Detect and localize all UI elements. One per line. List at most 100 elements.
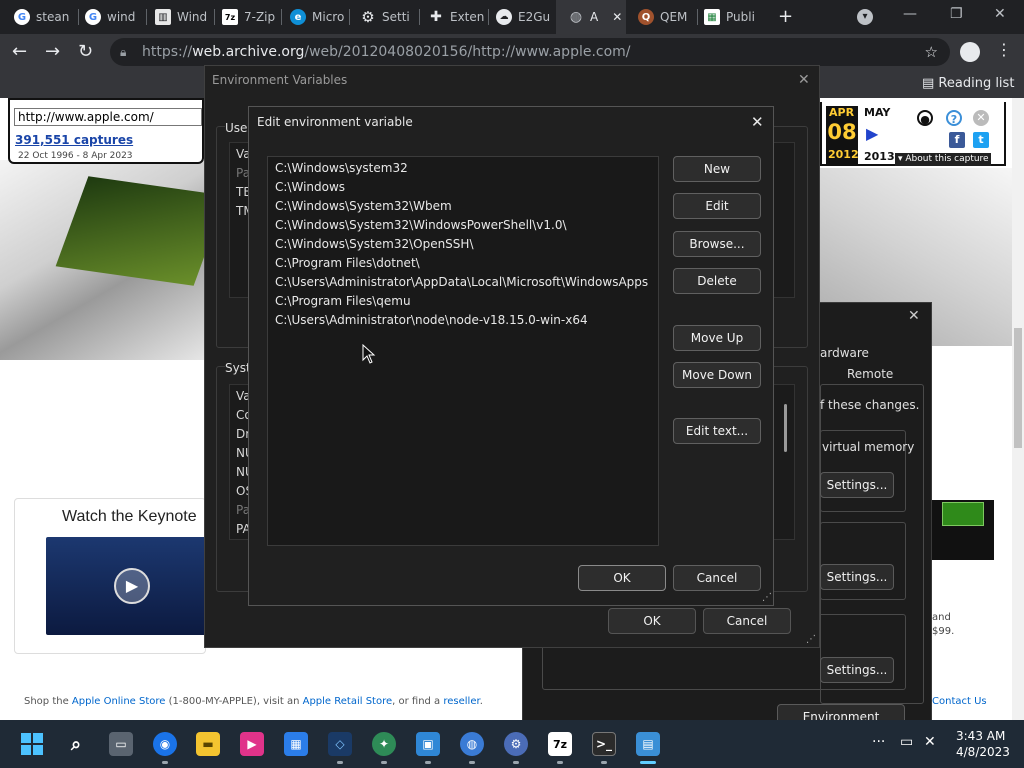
play-icon[interactable]: ▶	[114, 568, 150, 604]
settings-icon[interactable]: ⚙	[504, 732, 528, 756]
wayback-url-input[interactable]: http://www.apple.com/	[14, 108, 202, 126]
facebook-icon[interactable]: f	[949, 132, 965, 148]
help-icon[interactable]: ?	[946, 110, 962, 126]
resize-grip-icon[interactable]: ⋰	[762, 592, 772, 603]
tab-10[interactable]: Q QEM	[624, 0, 698, 34]
path-entry[interactable]: C:\Users\Administrator\node\node-v18.15.…	[275, 313, 588, 327]
browse-button[interactable]: Browse...	[673, 231, 761, 257]
user-icon[interactable]: ●	[917, 110, 933, 126]
tab-6[interactable]: ⚙ Setti	[346, 0, 418, 34]
path-entry[interactable]: C:\Program Files\qemu	[275, 294, 411, 308]
address-bar[interactable]: 🔒︎ https://web.archive.org/web/201204080…	[110, 38, 950, 66]
wayback-month-next[interactable]: MAY	[864, 106, 890, 119]
page-scrollbar-thumb[interactable]	[1014, 328, 1022, 448]
media-player-icon[interactable]: ▶	[240, 732, 264, 756]
path-entry[interactable]: C:\Windows	[275, 180, 345, 194]
remote-desktop-icon[interactable]: ▣	[416, 732, 440, 756]
chrome-icon[interactable]: ◉	[153, 732, 177, 756]
tab-hardware[interactable]: ardware	[820, 346, 869, 360]
7zip-icon[interactable]: 7z	[548, 732, 572, 756]
overflow-icon[interactable]: ···	[872, 734, 885, 750]
menu-kebab-icon[interactable]: ⋮	[996, 40, 1012, 59]
move-up-button[interactable]: Move Up	[673, 325, 761, 351]
path-entry[interactable]: C:\Windows\System32\WindowsPowerShell\v1…	[275, 218, 567, 232]
env-cancel-button[interactable]: Cancel	[703, 608, 791, 634]
new-tab-icon[interactable]: +	[778, 6, 793, 27]
restore-icon[interactable]: ❐	[950, 6, 963, 22]
reading-list-button[interactable]: ▤ Reading list	[922, 76, 1014, 91]
tab-9-active[interactable]: ◍ A ✕	[556, 0, 626, 34]
edit-text-button[interactable]: Edit text...	[673, 418, 761, 444]
env-ok-button[interactable]: OK	[608, 608, 696, 634]
wayback-captures-link[interactable]: 391,551 captures	[15, 133, 133, 147]
tab-1[interactable]: G stean	[0, 0, 80, 34]
twitter-icon[interactable]: t	[973, 132, 989, 148]
back-icon[interactable]: ←	[12, 41, 27, 62]
network-icon[interactable]: ✦	[372, 732, 396, 756]
resize-grip-icon[interactable]: ⋰	[806, 634, 816, 645]
apple-online-store-link[interactable]: Apple Online Store	[72, 696, 166, 707]
cloud-icon: ☁	[496, 9, 512, 25]
path-entry[interactable]: C:\Program Files\dotnet\	[275, 256, 420, 270]
cancel-button[interactable]: Cancel	[673, 565, 761, 591]
store-icon[interactable]: ▦	[284, 732, 308, 756]
edit-button[interactable]: Edit	[673, 193, 761, 219]
wayback-year-next[interactable]: 2013	[864, 150, 895, 163]
tab-8[interactable]: ☁ E2Gu	[482, 0, 554, 34]
display-icon[interactable]: ▭	[900, 734, 913, 750]
virtualbox-icon[interactable]: ◇	[328, 732, 352, 756]
close-tab-icon[interactable]: ✕	[612, 10, 622, 24]
tab-2[interactable]: G wind	[71, 0, 147, 34]
windows-logo-icon	[21, 733, 43, 755]
close-icon[interactable]: ✕	[751, 113, 764, 131]
path-entry[interactable]: C:\Users\Administrator\AppData\Local\Mic…	[275, 275, 648, 289]
tab-7[interactable]: ✚ Exten	[414, 0, 486, 34]
close-icon[interactable]: ✕	[798, 72, 810, 88]
search-icon[interactable]: ⌕	[64, 732, 88, 756]
dialog-scrollbar[interactable]	[784, 404, 787, 452]
bookmark-star-icon[interactable]: ☆	[925, 38, 938, 66]
settings-button-startup[interactable]: Settings...	[820, 657, 894, 683]
clock-time[interactable]: 3:43 AM	[956, 729, 1005, 743]
path-list[interactable]	[267, 156, 659, 546]
path-entry[interactable]: C:\Windows\system32	[275, 161, 408, 175]
close-window-icon[interactable]: ✕	[994, 6, 1006, 22]
contact-us-link[interactable]: Contact Us	[932, 696, 987, 707]
settings-button-profiles[interactable]: Settings...	[820, 564, 894, 590]
next-capture-icon[interactable]: ▶	[866, 124, 878, 143]
page-scrollbar[interactable]	[1012, 98, 1024, 720]
forward-icon[interactable]: →	[45, 41, 60, 62]
globe-icon[interactable]: ◍	[460, 732, 484, 756]
tab-5[interactable]: e Micro	[276, 0, 348, 34]
settings-button-performance[interactable]: Settings...	[820, 472, 894, 498]
tab-3[interactable]: ▥ Wind	[141, 0, 215, 34]
ok-button[interactable]: OK	[578, 565, 666, 591]
move-down-button[interactable]: Move Down	[673, 362, 761, 388]
changes-note: f these changes.	[820, 398, 920, 412]
tab-search-icon[interactable]: ▾	[857, 9, 873, 25]
close-wayback-icon[interactable]: ✕	[973, 110, 989, 126]
delete-button[interactable]: Delete	[673, 268, 761, 294]
task-view-icon[interactable]: ▭	[109, 732, 133, 756]
about-capture-link[interactable]: ▾ About this capture	[895, 153, 991, 166]
profile-icon[interactable]	[960, 42, 980, 62]
keynote-title[interactable]: Watch the Keynote	[62, 508, 197, 526]
file-explorer-icon[interactable]: ▬	[196, 732, 220, 756]
reload-icon[interactable]: ↻	[78, 41, 93, 62]
terminal-icon[interactable]: >_	[592, 732, 616, 756]
tab-remote[interactable]: Remote	[847, 367, 893, 381]
wayback-date-range: 22 Oct 1996 - 8 Apr 2023	[18, 151, 133, 161]
path-entry[interactable]: C:\Windows\System32\Wbem	[275, 199, 452, 213]
tab-11[interactable]: ▦ Publi	[690, 0, 766, 34]
new-button[interactable]: New	[673, 156, 761, 182]
start-icon[interactable]	[20, 732, 44, 756]
tab-4[interactable]: 7z 7-Zip	[208, 0, 280, 34]
clock-date[interactable]: 4/8/2023	[956, 745, 1010, 759]
apple-retail-store-link[interactable]: Apple Retail Store	[303, 696, 393, 707]
close-icon[interactable]: ✕	[908, 308, 920, 324]
minimize-icon[interactable]: —	[903, 6, 917, 22]
reseller-link[interactable]: reseller	[443, 696, 479, 707]
mute-icon[interactable]: ✕	[924, 734, 936, 750]
path-entry[interactable]: C:\Windows\System32\OpenSSH\	[275, 237, 474, 251]
system-properties-icon[interactable]: ▤	[636, 732, 660, 756]
